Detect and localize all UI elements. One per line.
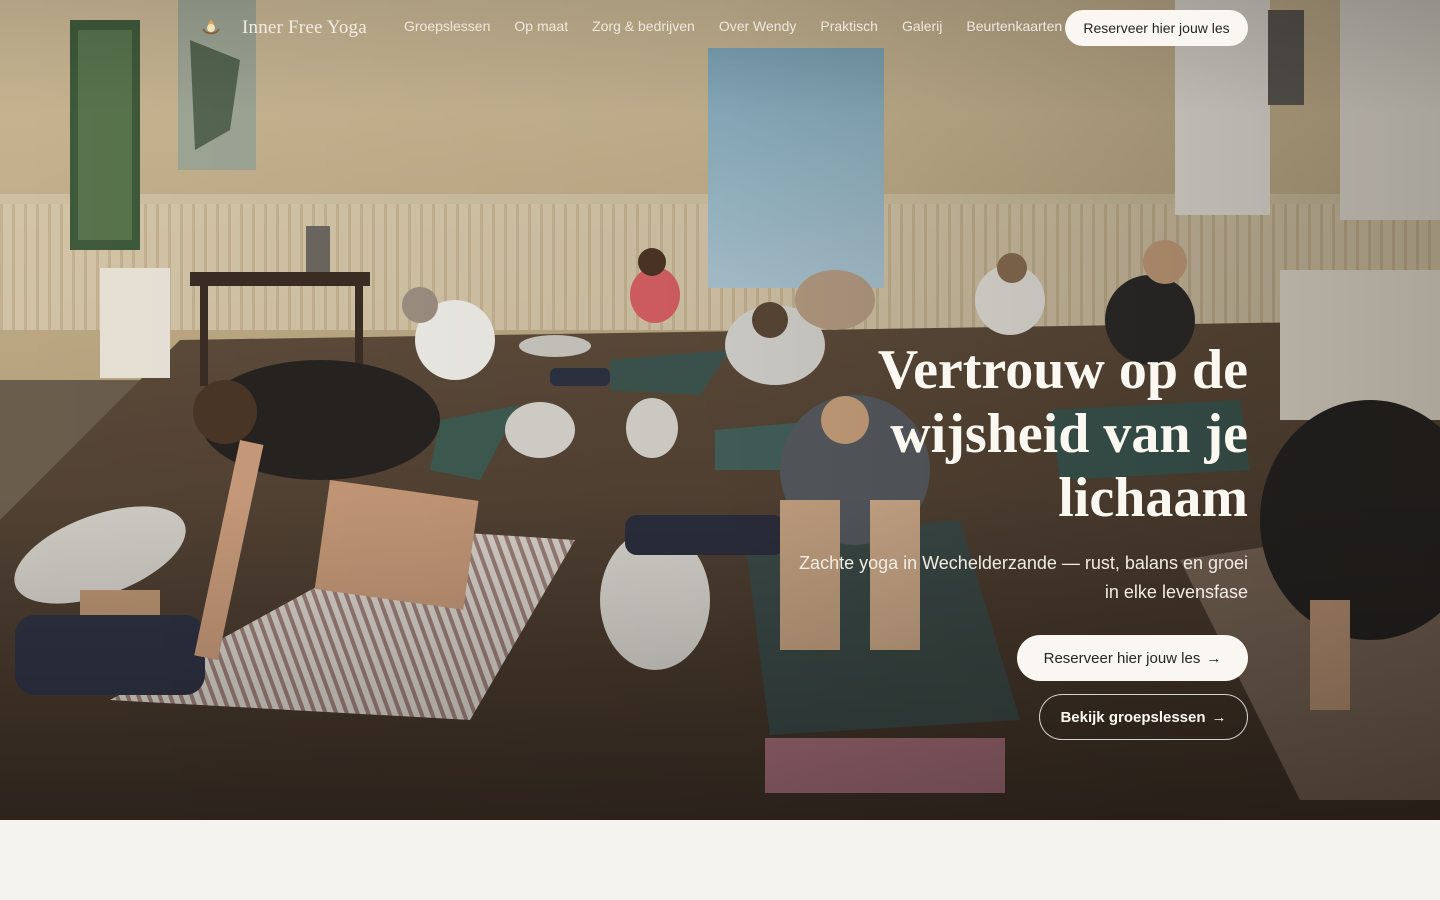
nav-link-zorg-bedrijven[interactable]: Zorg & bedrijven bbox=[592, 18, 695, 34]
hero-subtitle-line-1: Zachte yoga in Wechelderzande — rust, ba… bbox=[799, 553, 1248, 573]
hero-subtitle-line-2: in elke levensfase bbox=[1104, 582, 1248, 602]
hero-title-line-1: Vertrouw op de bbox=[877, 339, 1248, 401]
hero-groepslessen-label: Bekijk groepslessen bbox=[1060, 708, 1206, 726]
hero-title-line-3: lichaam bbox=[1058, 467, 1248, 529]
hero-section: Inner Free Yoga Groepslessen Op maat Zor… bbox=[0, 0, 1440, 820]
brand-name: Inner Free Yoga bbox=[242, 17, 367, 38]
arrow-right-icon: → bbox=[1206, 649, 1222, 667]
hero-title-line-2: wijsheid van je bbox=[890, 403, 1248, 465]
nav-reserve-button[interactable]: Reserveer hier jouw les bbox=[1065, 10, 1248, 46]
hero-reserve-label: Reserveer hier jouw les bbox=[1043, 649, 1201, 667]
hero-subtitle: Zachte yoga in Wechelderzande — rust, ba… bbox=[778, 549, 1248, 607]
arrow-right-icon: → bbox=[1211, 708, 1227, 726]
nav-link-beurtenkaarten[interactable]: Beurtenkaarten bbox=[966, 18, 1062, 34]
nav-link-groepslessen[interactable]: Groepslessen bbox=[404, 18, 490, 34]
nav-link-over-wendy[interactable]: Over Wendy bbox=[719, 18, 797, 34]
main-menu: Groepslessen Op maat Zorg & bedrijven Ov… bbox=[404, 18, 1062, 34]
top-navigation: Inner Free Yoga Groepslessen Op maat Zor… bbox=[0, 0, 1440, 56]
hero-reserve-button[interactable]: Reserveer hier jouw les → bbox=[1017, 635, 1248, 681]
next-section bbox=[0, 820, 1440, 900]
nav-link-praktisch[interactable]: Praktisch bbox=[820, 18, 878, 34]
lotus-heart-icon bbox=[200, 17, 222, 39]
nav-link-op-maat[interactable]: Op maat bbox=[514, 18, 568, 34]
brand-logo-link[interactable]: Inner Free Yoga bbox=[200, 14, 367, 42]
nav-link-galerij[interactable]: Galerij bbox=[902, 18, 942, 34]
hero-groepslessen-button[interactable]: Bekijk groepslessen → bbox=[1039, 694, 1248, 740]
hero-title: Vertrouw op de wijsheid van je lichaam bbox=[768, 338, 1248, 530]
